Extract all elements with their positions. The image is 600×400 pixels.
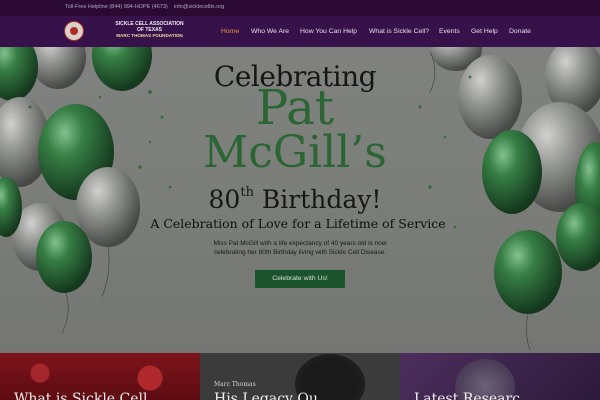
honoree-last-name: McGill’s (203, 127, 387, 178)
logo-emblem-icon (64, 21, 84, 41)
age-suffix: th (240, 185, 254, 200)
hero-subtitle: A Celebration of Love for a Lifetime of … (150, 216, 446, 231)
top-info-bar: Toll-Free Helpline (844) 994-HOPE (4673)… (0, 0, 600, 16)
celebrate-button[interactable]: Celebrate with Us! (255, 270, 345, 288)
celebrating-heading: Celebrating (213, 60, 377, 93)
left-balloon-cluster (0, 47, 152, 334)
nav-who-we-are[interactable]: Who We Are (251, 28, 289, 35)
email-link[interactable]: info@sicklecelltx.org (174, 4, 224, 10)
card-what-is-sickle-cell[interactable]: What is Sickle Cell (0, 353, 200, 400)
hero-description: Miss Pat McGill with a life expectancy o… (213, 240, 387, 256)
nav-events[interactable]: Events (439, 28, 460, 35)
card-title: Latest Researc (414, 391, 520, 400)
site-logo[interactable]: SICKLE CELL ASSOCIATION OF TEXAS MARC TH… (64, 20, 214, 44)
honoree-first-name: Pat (255, 80, 335, 136)
card-legacy[interactable]: Marc Thomas His Legacy Ou (200, 353, 400, 400)
balloons-decoration (0, 47, 600, 351)
card-title: His Legacy Ou (214, 391, 318, 400)
card-latest-research[interactable]: Latest Researc (400, 353, 600, 400)
age-number: 80 (208, 185, 241, 214)
hero-banner: Celebrating Pat McGill’s 80th Birthday! … (0, 47, 600, 353)
nav-home[interactable]: Home (221, 28, 239, 35)
feature-cards: What is Sickle Cell Marc Thomas His Lega… (0, 353, 600, 400)
helpline-text[interactable]: Toll-Free Helpline (844) 994-HOPE (4673) (65, 4, 168, 10)
right-balloon-cluster (429, 47, 600, 351)
birthday-line: 80th Birthday! (0, 178, 590, 215)
birthday-word: Birthday! (261, 185, 382, 214)
nav-how-you-can-help[interactable]: How You Can Help (300, 28, 357, 35)
birthday-poster: Celebrating Pat McGill’s 80th Birthday! … (0, 47, 600, 353)
nav-get-help[interactable]: Get Help (471, 28, 498, 35)
logo-text: SICKLE CELL ASSOCIATION OF TEXAS MARC TH… (87, 21, 212, 39)
card-title: What is Sickle Cell (14, 391, 148, 400)
nav-donate[interactable]: Donate (509, 28, 531, 35)
confetti-dots (28, 75, 472, 229)
card-byline: Marc Thomas (214, 381, 256, 388)
nav-what-is-sickle-cell[interactable]: What is Sickle Cell? (369, 28, 429, 35)
logo-line-3: MARC THOMAS FOUNDATION (116, 33, 183, 38)
